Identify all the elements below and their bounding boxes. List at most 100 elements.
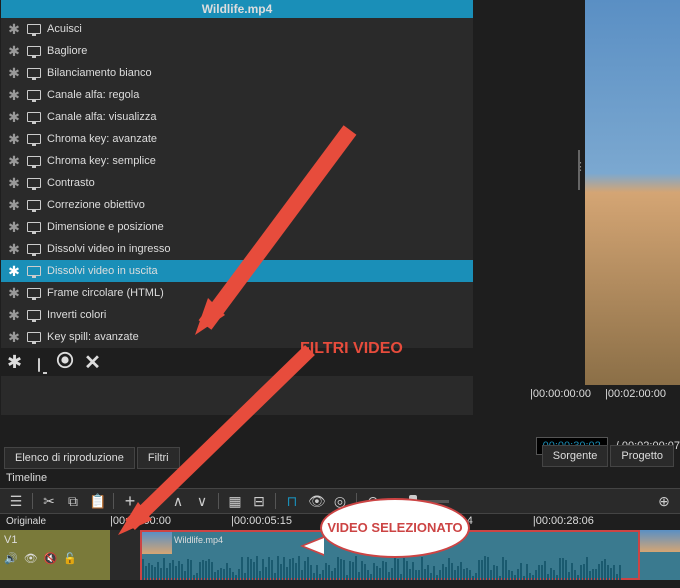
audio-filters-icon[interactable] [56, 351, 74, 374]
clip-waveform [142, 556, 638, 580]
track-header[interactable]: V1 🔊 👁 🔇 🔓 [0, 530, 110, 580]
close-icon[interactable]: ✕ [84, 350, 101, 375]
monitor-icon [27, 156, 41, 166]
mute-icon[interactable]: 🔇 [44, 552, 58, 565]
filter-item[interactable]: ✱Frame circolare (HTML) [1, 282, 473, 304]
video-preview [585, 0, 680, 385]
filter-item[interactable]: ✱ Key spill: avanzate [1, 326, 473, 348]
snowflake-icon: ✱ [7, 43, 21, 60]
filter-item-label: Chroma key: semplice [47, 155, 156, 167]
monitor-icon [27, 266, 41, 276]
timeline-ruler[interactable]: |00:00:00:00 |00:00:05:15 |00:00:22:14 |… [110, 515, 654, 531]
filter-item[interactable]: ✱ Correzione obiettivo [1, 194, 473, 216]
up-icon[interactable]: ∧ [170, 493, 186, 510]
monitor-icon [27, 112, 41, 122]
filter-item[interactable]: ✱ Contrasto [1, 172, 473, 194]
zoom-slider[interactable] [389, 500, 449, 503]
monitor-icon [27, 200, 41, 210]
monitor-icon [27, 68, 41, 78]
monitor-icon [27, 134, 41, 144]
filter-item-label: Acuisci [47, 23, 82, 35]
filter-item[interactable]: ✱ Canale alfa: regola [1, 84, 473, 106]
lock-icon[interactable]: 🔓 [63, 552, 77, 565]
tab-playlist[interactable]: Elenco di riproduzione [4, 447, 135, 469]
all-filters-icon[interactable]: ✱ [7, 352, 22, 373]
video-filters-icon[interactable] [32, 352, 46, 373]
filter-item-label: Bilanciamento bianco [47, 67, 152, 79]
snowflake-icon: ✱ [7, 329, 21, 346]
snowflake-icon: ✱ [7, 175, 21, 192]
filter-item-label: Chroma key: avanzate [47, 133, 157, 145]
snowflake-icon: ✱ [7, 307, 21, 324]
filter-item[interactable]: ✱ Bagliore [1, 40, 473, 62]
snowflake-icon: ✱ [7, 241, 21, 258]
filter-item-label: Dissolvi video in ingresso [47, 243, 171, 255]
filter-item[interactable]: ✱ Dimensione e posizione [1, 216, 473, 238]
timeline-panel-label: Timeline [6, 472, 47, 484]
split-icon[interactable]: ⊟ [251, 493, 267, 510]
snowflake-icon: ✱ [7, 131, 21, 148]
tab-source[interactable]: Sorgente [542, 445, 609, 467]
filter-item[interactable]: ✱Canale alfa: visualizza [1, 106, 473, 128]
filter-item[interactable]: ✱ Dissolvi video in uscita [1, 260, 473, 282]
panel-resize-handle[interactable] [578, 150, 580, 190]
add-icon[interactable]: + [122, 491, 138, 512]
monitor-icon [27, 178, 41, 188]
monitor-icon [27, 90, 41, 100]
snowflake-icon: ✱ [7, 153, 21, 170]
filter-item-label: Contrasto [47, 177, 95, 189]
remove-icon[interactable]: − [146, 491, 162, 512]
filter-item-label: Correzione obiettivo [47, 199, 145, 211]
filter-item[interactable]: ✱ Acuisci [1, 18, 473, 40]
zoom-in-icon[interactable]: ⊕ [656, 493, 672, 510]
clip-filename: Wildlife.mp4 [174, 535, 223, 545]
video-clip[interactable]: Wildlife.mp4 [140, 530, 640, 580]
monitor-icon [27, 222, 41, 232]
monitor-icon [27, 288, 41, 298]
snowflake-icon: ✱ [7, 65, 21, 82]
filter-item-label: Dissolvi video in uscita [47, 265, 158, 277]
filter-item[interactable]: ✱Inverti colori [1, 304, 473, 326]
copy-icon[interactable]: ⧉ [65, 493, 81, 510]
snowflake-icon: ✱ [7, 197, 21, 214]
snowflake-icon: ✱ [7, 21, 21, 38]
monitor-icon [27, 244, 41, 254]
ripple-icon[interactable]: ◎ [332, 493, 348, 510]
snowflake-icon: ✱ [7, 285, 21, 302]
filter-item-label: Key spill: avanzate [47, 331, 139, 343]
filter-item[interactable]: ✱ Bilanciamento bianco [1, 62, 473, 84]
tab-filters[interactable]: Filtri [137, 447, 180, 469]
monitor-icon [27, 332, 41, 342]
filter-panel-title: Wildlife.mp4 [1, 0, 473, 18]
snowflake-icon: ✱ [7, 87, 21, 104]
tab-project[interactable]: Progetto [610, 445, 674, 467]
menu-icon[interactable]: ☰ [8, 493, 24, 510]
monitor-icon [27, 24, 41, 34]
cut-icon[interactable]: ✂ [41, 493, 57, 510]
track-name: V1 [4, 534, 106, 546]
paste-icon[interactable]: 📋 [89, 493, 105, 510]
filter-item[interactable]: ✱ Chroma key: semplice [1, 150, 473, 172]
filter-item-label: Bagliore [47, 45, 87, 57]
snap-icon[interactable]: ⊓ [284, 493, 300, 510]
volume-icon[interactable]: 🔊 [4, 552, 18, 565]
down-icon[interactable]: ∨ [194, 493, 210, 510]
filter-item-label: Canale alfa: visualizza [47, 111, 156, 123]
overwrite-icon[interactable]: ▦ [227, 493, 243, 510]
scrub-icon[interactable]: 👁 [308, 493, 324, 510]
zoom-out-icon[interactable]: ⊖ [365, 493, 381, 510]
eye-icon[interactable]: 👁 [24, 552, 38, 565]
monitor-icon [27, 46, 41, 56]
video-track[interactable]: Wildlife.mp4 [110, 530, 680, 580]
monitor-icon [27, 310, 41, 320]
filter-list: ✱Acuisci✱Bagliore✱Bilanciamento bianco✱C… [1, 18, 473, 348]
video-clip-2[interactable] [640, 530, 680, 580]
snowflake-icon: ✱ [7, 263, 21, 280]
filter-item-label: Dimensione e posizione [47, 221, 164, 233]
originale-label: Originale [6, 516, 46, 527]
filter-item[interactable]: ✱ Dissolvi video in ingresso [1, 238, 473, 260]
filter-item-label: Canale alfa: regola [47, 89, 139, 101]
filter-item[interactable]: ✱ Chroma key: avanzate [1, 128, 473, 150]
snowflake-icon: ✱ [7, 219, 21, 236]
clip-thumbnail [142, 532, 172, 554]
